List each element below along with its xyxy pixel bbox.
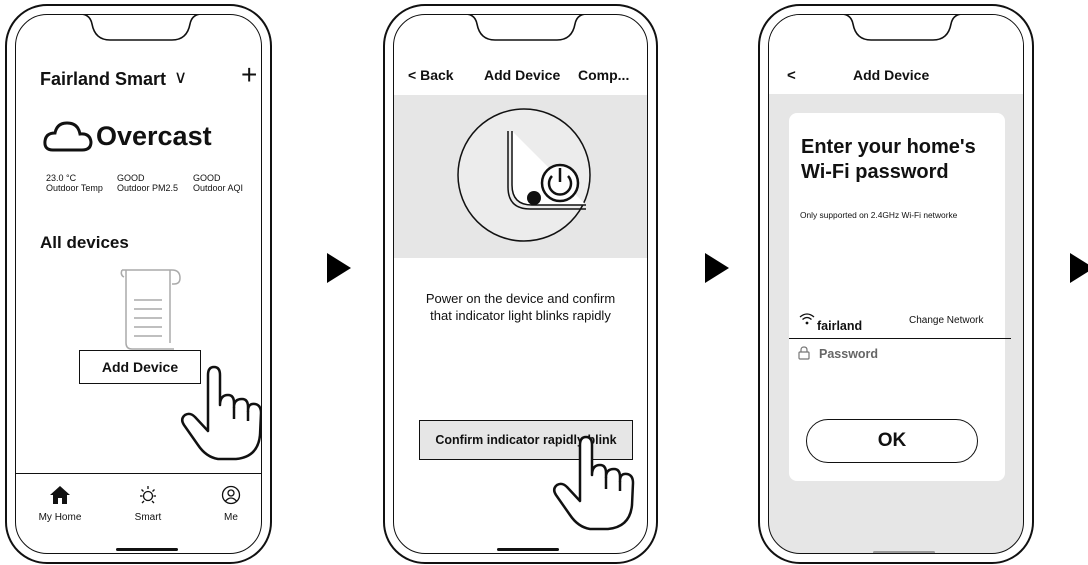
home-icon bbox=[50, 486, 70, 504]
tap-hand-icon bbox=[181, 365, 261, 461]
wifi-card: Enter your home's Wi-Fi password Only su… bbox=[789, 113, 1011, 481]
phone-screen-2: < Back Add Device Comp... Power on the d… bbox=[383, 4, 658, 564]
notch bbox=[843, 15, 961, 41]
home-name-title[interactable]: Fairland Smart bbox=[40, 69, 166, 90]
tab-me[interactable]: Me bbox=[201, 485, 261, 523]
stat-label: Outdoor Temp bbox=[46, 183, 103, 193]
screen-2: < Back Add Device Comp... Power on the d… bbox=[393, 14, 648, 554]
heading-line: Wi-Fi password bbox=[801, 161, 949, 183]
lock-icon bbox=[798, 346, 810, 360]
stat-temp: 23.0 °C Outdoor Temp bbox=[46, 173, 103, 193]
empty-scroll-icon bbox=[120, 269, 181, 350]
user-icon bbox=[221, 485, 241, 505]
chevron-down-icon[interactable]: ∨ bbox=[174, 67, 187, 88]
network-name: fairland bbox=[817, 319, 863, 333]
heading-line: Enter your home's bbox=[801, 136, 976, 158]
tab-label: Me bbox=[224, 512, 238, 523]
frequency-note: Only supported on 2.4GHz Wi-Fi networke bbox=[800, 210, 958, 220]
stat-value: GOOD bbox=[117, 173, 145, 183]
next-step-arrow-2 bbox=[705, 253, 729, 283]
device-illustration-panel bbox=[394, 95, 647, 258]
tab-label: My Home bbox=[38, 512, 82, 523]
instruction-text: Power on the device and confirm that ind… bbox=[394, 290, 647, 324]
sun-icon bbox=[140, 486, 156, 504]
all-devices-heading: All devices bbox=[40, 233, 129, 252]
add-icon[interactable]: + bbox=[241, 59, 257, 91]
stat-label: Outdoor PM2.5 bbox=[117, 183, 179, 193]
power-button-illustration bbox=[457, 108, 591, 242]
screen-1: Fairland Smart ∨ + Overcast 23.0 °C Outd… bbox=[15, 14, 262, 554]
home-indicator bbox=[497, 548, 559, 551]
back-chevron-icon[interactable]: < bbox=[787, 67, 796, 84]
instruction-line: Power on the device and confirm bbox=[425, 291, 616, 306]
cloud-icon bbox=[43, 121, 93, 152]
home-indicator bbox=[116, 548, 178, 551]
tab-my-home[interactable]: My Home bbox=[30, 485, 90, 523]
stat-value: 23.0 °C bbox=[46, 173, 77, 183]
back-button[interactable]: < Back bbox=[408, 67, 454, 83]
chevron-left-icon: < bbox=[408, 67, 417, 83]
password-input[interactable]: Password bbox=[819, 347, 878, 361]
network-divider bbox=[789, 338, 1011, 340]
ok-button-label: OK bbox=[877, 430, 907, 451]
tap-hand-icon bbox=[553, 435, 635, 531]
wifi-icon bbox=[799, 313, 815, 325]
card-heading: Enter your home's Wi-Fi password bbox=[801, 135, 976, 185]
home-indicator bbox=[873, 551, 935, 553]
complete-button[interactable]: Comp... bbox=[578, 67, 629, 83]
add-device-button-label: Add Device bbox=[101, 359, 179, 375]
next-step-arrow-1 bbox=[327, 253, 351, 283]
ok-button[interactable]: OK bbox=[806, 419, 978, 463]
instruction-line: that indicator light blinks rapidly bbox=[430, 308, 611, 323]
stat-pm25: GOOD Outdoor PM2.5 bbox=[117, 173, 178, 193]
back-label: Back bbox=[420, 67, 454, 83]
page-title: Add Device bbox=[853, 67, 930, 83]
screen-3: < Add Device Enter your home's Wi-Fi pas… bbox=[768, 14, 1024, 554]
change-network-link[interactable]: Change Network bbox=[909, 315, 983, 326]
phone-screen-1: Fairland Smart ∨ + Overcast 23.0 °C Outd… bbox=[5, 4, 272, 564]
page-title: Add Device bbox=[484, 67, 561, 83]
tab-smart[interactable]: Smart bbox=[118, 485, 178, 523]
tab-bar-divider bbox=[16, 473, 261, 475]
tab-label: Smart bbox=[134, 512, 162, 523]
stat-aqi: GOOD Outdoor AQI bbox=[193, 173, 243, 193]
weather-label: Overcast bbox=[96, 121, 212, 151]
stat-label: Outdoor AQI bbox=[193, 183, 244, 193]
stat-value: GOOD bbox=[193, 173, 221, 183]
next-step-arrow-3 bbox=[1070, 253, 1088, 283]
phone-screen-3: < Add Device Enter your home's Wi-Fi pas… bbox=[758, 4, 1034, 564]
notch bbox=[82, 15, 200, 41]
notch bbox=[467, 15, 585, 41]
